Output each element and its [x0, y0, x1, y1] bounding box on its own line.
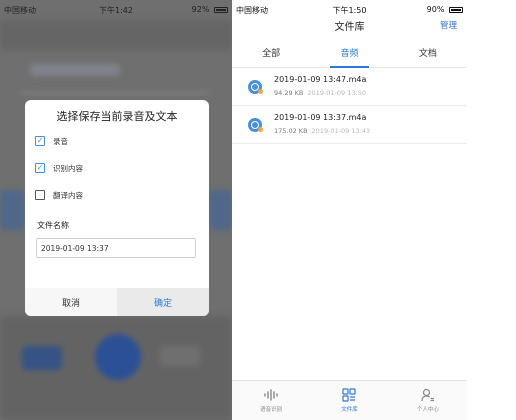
battery-icon: [449, 6, 463, 13]
checkbox-translation[interactable]: [35, 190, 45, 200]
status-bar: 中国移动 下午1:42 92%: [0, 0, 232, 20]
file-list: 2019-01-09 13:47.m4a 94.29 KB 2019-01-09 …: [232, 68, 467, 144]
tab-label: 文件库: [341, 407, 358, 413]
checkbox-recording[interactable]: ✓: [35, 136, 45, 146]
tab-file-library[interactable]: 文件库: [310, 381, 388, 420]
tab-label: 个人中心: [416, 407, 439, 413]
list-item[interactable]: 2019-01-09 13:47.m4a 94.29 KB 2019-01-09 …: [232, 68, 467, 106]
option-translation-label: 翻译内容: [53, 190, 83, 200]
confirm-button[interactable]: 确定: [117, 288, 209, 316]
option-translation[interactable]: 翻译内容: [35, 188, 83, 202]
page-title: 文件库: [334, 22, 365, 33]
tab-label: 语音识别: [260, 407, 283, 413]
nav-bar: 文件库 管理: [232, 14, 467, 36]
audio-file-icon: [248, 80, 263, 94]
battery-indicator: 92%: [192, 5, 228, 14]
file-tabs: 全部 音频 文档: [232, 38, 467, 68]
option-recognized[interactable]: ✓ 识别内容: [35, 161, 83, 175]
tab-documents[interactable]: 文档: [389, 38, 467, 67]
tab-audio[interactable]: 音频: [310, 38, 388, 68]
dialog-title: 选择保存当前录音及文本: [56, 110, 178, 123]
person-icon: [420, 388, 436, 402]
battery-percent: 92%: [191, 5, 210, 14]
audio-file-icon: [248, 118, 263, 132]
option-recognized-label: 识别内容: [53, 163, 83, 173]
file-time: 2019-01-09 13:43: [311, 127, 371, 135]
battery-indicator: 90%: [427, 5, 463, 14]
file-meta: 175.02 KB 2019-01-09 13:43: [274, 127, 370, 135]
file-name: 2019-01-09 13:37.m4a: [274, 113, 367, 122]
tab-profile[interactable]: 个人中心: [389, 381, 467, 420]
manage-button[interactable]: 管理: [440, 19, 457, 31]
grid-icon: [341, 388, 357, 402]
option-recording[interactable]: ✓ 录音: [35, 134, 68, 148]
left-screen: 中国移动 下午1:42 92% 选择保存当前录音及文本 ✓ 录音 ✓ 识别内容 …: [0, 0, 232, 420]
save-dialog: 选择保存当前录音及文本 ✓ 录音 ✓ 识别内容 翻译内容 文件名称 取消 确定: [25, 100, 209, 316]
file-meta: 94.29 KB 2019-01-09 13:50: [274, 89, 366, 97]
battery-percent: 90%: [426, 5, 445, 14]
file-name: 2019-01-09 13:47.m4a: [274, 75, 367, 84]
file-size: 175.02 KB: [274, 127, 308, 135]
tab-all[interactable]: 全部: [232, 38, 310, 67]
checkbox-recognized[interactable]: ✓: [35, 163, 45, 173]
tab-speech-recognition[interactable]: 语音识别: [232, 381, 310, 420]
dialog-actions: 取消 确定: [25, 288, 209, 316]
option-recording-label: 录音: [53, 136, 68, 146]
battery-icon: [214, 6, 228, 13]
bottom-tab-bar: 语音识别 文件库 个人中心: [232, 380, 467, 420]
file-size: 94.29 KB: [274, 89, 304, 97]
filename-input[interactable]: [36, 238, 196, 258]
waveform-icon: [263, 388, 279, 402]
cancel-button[interactable]: 取消: [25, 288, 117, 316]
file-time: 2019-01-09 13:50: [307, 89, 366, 97]
filename-label: 文件名称: [37, 221, 69, 230]
list-item[interactable]: 2019-01-09 13:37.m4a 175.02 KB 2019-01-09…: [232, 106, 467, 144]
right-screen: 中国移动 下午1:50 90% 文件库 管理 全部 音频 文档 2019-01-…: [232, 0, 467, 420]
